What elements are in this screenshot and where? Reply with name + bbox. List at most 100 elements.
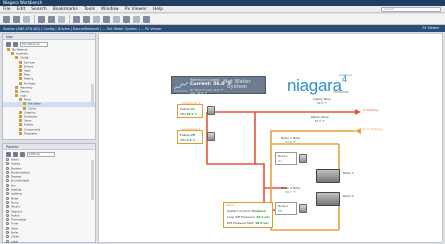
palette-scrollbar[interactable]: [91, 160, 94, 200]
pump-2-icon[interactable]: [299, 204, 307, 213]
palette-item-label: Pump: [11, 201, 19, 205]
boiler-1-name: Boiler 1: [343, 171, 354, 175]
tree-item-label: Plant: [24, 98, 31, 102]
from-building-label: From Building: [363, 127, 383, 131]
find-icon[interactable]: [133, 15, 140, 23]
station-icon: [11, 52, 14, 56]
logo-framework: FRAMEWORK: [333, 91, 349, 94]
tree-item-label: Apps: [24, 69, 31, 73]
boiler-1-temp[interactable]: Boiler 1 Temp 97.6 °F: [281, 136, 300, 144]
folder-icon: [15, 56, 18, 60]
refresh-icon[interactable]: [13, 41, 18, 47]
menu-px-viewer[interactable]: Px Viewer: [125, 6, 147, 13]
vfd-label: VFD: [180, 138, 186, 142]
redo-icon[interactable]: [113, 15, 120, 23]
pump-1-icon[interactable]: [299, 154, 307, 163]
menu-window[interactable]: Window: [101, 6, 119, 13]
menu-edit[interactable]: Edit: [17, 6, 26, 13]
widget-icon: [6, 226, 9, 230]
folder-icon: [19, 131, 22, 135]
boiler-2-temp[interactable]: Boiler 2 Temp 82.7 °F: [281, 186, 300, 194]
tree-item[interactable]: Templates: [3, 131, 95, 136]
palette-panel-tools: kitHvac: [3, 150, 95, 158]
nav-scrollbar[interactable]: [91, 84, 94, 106]
home-icon[interactable]: [38, 15, 45, 23]
view-selector[interactable]: Px Viewer: [422, 25, 439, 32]
paste-icon[interactable]: [93, 15, 100, 23]
return-temp[interactable]: Return Temp 84.8 °F: [311, 115, 329, 123]
folder-icon: [19, 81, 22, 85]
supply-temp[interactable]: Supply Temp 94.8 °F: [313, 97, 331, 105]
widget-icon: [6, 162, 9, 166]
status-title: Status: [226, 204, 235, 207]
menu-file[interactable]: File: [3, 6, 11, 13]
boiler-2-icon[interactable]: [316, 192, 340, 206]
undo-icon[interactable]: [103, 15, 110, 23]
palette-select[interactable]: kitHvac: [27, 151, 55, 157]
status-panel[interactable]: Status System Control: Enabled Loop Diff…: [223, 202, 273, 228]
tree-item-label: Schedules: [24, 115, 38, 119]
lead-pump-1-panel[interactable]: Lead Pump 1 Enable On VFD 96.2 %: [177, 101, 203, 118]
menu-bookmarks[interactable]: Bookmarks: [53, 6, 78, 13]
boiler-1-temp-value: 97.6 °F: [285, 140, 296, 144]
widget-icon: [6, 188, 9, 192]
back-icon[interactable]: [3, 15, 10, 23]
enable-label: Enable: [180, 107, 190, 111]
search-input[interactable]: Search: [381, 7, 441, 12]
nav-panel: Nav My Network My Network localhost Conf…: [2, 33, 96, 140]
tree-item-label: Config: [20, 56, 29, 60]
loop-diff-value: 49.5 psi: [256, 215, 270, 219]
delete-icon[interactable]: [123, 15, 130, 23]
refresh-icon[interactable]: [48, 15, 55, 23]
breadcrumb[interactable]: Station (ANS-STN-ND) | Config | Drivers …: [3, 27, 162, 31]
menu-search[interactable]: Search: [31, 6, 46, 13]
widget-icon: [6, 205, 9, 209]
folder-icon: [19, 98, 22, 102]
nav-tree: My Network localhost Config Services Dri…: [3, 48, 95, 136]
widget-icon: [6, 158, 9, 161]
menu-help[interactable]: Help: [153, 6, 163, 13]
palette-item-label: Lighting: [11, 192, 22, 196]
widget-icon: [6, 179, 9, 183]
home-icon[interactable]: [6, 41, 11, 47]
palette-item-label: Label: [11, 240, 18, 244]
palette-item-label: Timer: [11, 222, 19, 226]
address-bar[interactable]: Station (ANS-STN-ND) | Config | Drivers …: [0, 25, 445, 32]
palette-item-label: BooleanSwitch: [11, 171, 31, 175]
return-temp-value: 84.8 °F: [314, 119, 325, 123]
lead-pump-2-icon[interactable]: [207, 132, 215, 141]
tree-item-label: Drivers: [24, 65, 34, 69]
folder-icon: [19, 115, 22, 118]
forward-icon[interactable]: [13, 15, 20, 23]
palette-list: Alarm Analog Boolean BooleanSwitch Dampe…: [3, 158, 95, 244]
pump-2-panel[interactable]: Pump 2 Off: [275, 202, 297, 215]
nav-root-select[interactable]: My Network: [20, 41, 48, 47]
widget-icon: [6, 213, 9, 217]
tree-item-label: My Network: [12, 48, 28, 52]
lead-pump-2-panel[interactable]: Lead Pump 2 Enable Off VFD 0.0 %: [177, 127, 203, 144]
reference-avg: Avg: 45.0 °F: [190, 90, 208, 95]
pump-1-label: Pump 1: [278, 155, 288, 158]
open-palette-icon[interactable]: [6, 151, 11, 157]
boiler-1-icon[interactable]: [316, 169, 340, 183]
copy-icon[interactable]: [83, 15, 90, 23]
widget-icon: [6, 166, 9, 170]
folder-icon: [19, 123, 22, 127]
close-palette-icon[interactable]: [13, 151, 18, 157]
loop-diff-label: Loop Diff Pressure:: [227, 215, 256, 219]
folder-icon: [19, 77, 22, 81]
up-icon[interactable]: [23, 15, 30, 23]
tree-item-label: Templates: [24, 132, 38, 136]
lead-pump-1-icon[interactable]: [207, 106, 215, 115]
cut-icon[interactable]: [73, 15, 80, 23]
folder-icon: [19, 110, 22, 114]
settings-icon[interactable]: [143, 15, 150, 23]
folder-icon: [19, 64, 22, 68]
pump-1-panel[interactable]: Pump 1 On: [275, 152, 297, 165]
palette-item-label: Damper: [11, 175, 22, 179]
save-icon[interactable]: [58, 15, 65, 23]
menu-tools[interactable]: Tools: [84, 6, 95, 13]
palette-item[interactable]: Label: [3, 239, 95, 244]
refresh-icon[interactable]: [20, 151, 25, 157]
folder-icon: [15, 89, 18, 93]
